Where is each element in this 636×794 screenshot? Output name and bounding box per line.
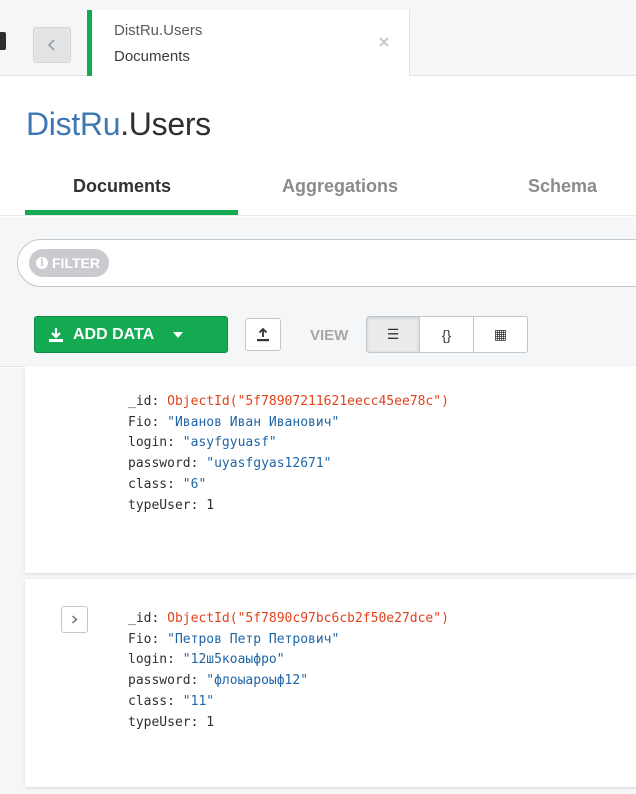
document-fields: _id: ObjectId("5f78907211621eecc45ee78c"… xyxy=(128,392,449,516)
workspace-tab[interactable]: DistRu.Users Documents xyxy=(87,10,410,76)
field-value: "флоыароыф12" xyxy=(206,673,309,689)
document-card[interactable]: _id: ObjectId("5f78907211621eecc45ee78c"… xyxy=(25,366,636,573)
field-row: login: "asyfgyuasf" xyxy=(128,435,277,451)
chevron-left-icon xyxy=(47,39,55,51)
field-row: class: "11" xyxy=(128,693,215,709)
download-icon xyxy=(49,327,63,342)
workspace-tab-strip: DistRu.Users Documents xyxy=(0,0,636,76)
documents-toolbar: ADD DATA VIEW ☰ {} ▦ xyxy=(0,307,636,367)
filter-input[interactable]: i FILTER xyxy=(17,239,636,287)
expand-document-button[interactable] xyxy=(61,606,88,633)
chevron-down-icon xyxy=(173,331,184,338)
view-switcher: ☰ {} ▦ xyxy=(366,316,528,353)
field-key: class xyxy=(128,693,168,709)
field-value: "Петров Петр Петрович" xyxy=(167,631,340,647)
field-row: _id: ObjectId("5f7890c97bc6cb2f50e27dce"… xyxy=(128,611,449,626)
field-key: password xyxy=(128,456,191,472)
filter-label-pill: i FILTER xyxy=(29,249,109,277)
field-value: "11" xyxy=(182,693,215,709)
field-key: Fio xyxy=(128,631,152,647)
list-icon: ☰ xyxy=(386,326,400,342)
tab-back-button[interactable] xyxy=(33,27,71,63)
field-row: Fio: "Иванов Иван Иванович" xyxy=(128,414,340,430)
chevron-right-icon xyxy=(72,615,78,624)
field-key: password xyxy=(128,673,191,689)
field-key: _id xyxy=(128,394,152,409)
tab-documents[interactable]: Documents xyxy=(73,176,171,197)
field-value: "uyasfgyas12671" xyxy=(206,456,332,472)
field-value: "6" xyxy=(182,476,207,492)
field-key: class xyxy=(128,476,168,492)
field-row: _id: ObjectId("5f78907211621eecc45ee78c"… xyxy=(128,394,449,409)
field-row: Fio: "Петров Петр Петрович" xyxy=(128,631,340,647)
tab-aggregations[interactable]: Aggregations xyxy=(282,176,398,197)
json-icon: {} xyxy=(441,326,452,343)
field-row: password: "флоыароыф12" xyxy=(128,673,309,689)
tab-schema[interactable]: Schema xyxy=(528,176,597,197)
tab-type: Documents xyxy=(114,48,190,65)
field-value: ObjectId("5f78907211621eecc45ee78c") xyxy=(167,394,449,409)
document-fields: _id: ObjectId("5f7890c97bc6cb2f50e27dce"… xyxy=(128,609,449,733)
field-row: typeUser: 1 xyxy=(128,714,215,730)
active-tab-indicator xyxy=(25,210,238,215)
json-view-button[interactable]: {} xyxy=(420,316,474,353)
document-card[interactable]: _id: ObjectId("5f7890c97bc6cb2f50e27dce"… xyxy=(25,579,636,787)
field-value: "Иванов Иван Иванович" xyxy=(167,414,340,430)
field-row: typeUser: 1 xyxy=(128,497,215,513)
field-key: login xyxy=(128,652,168,668)
document-list: _id: ObjectId("5f78907211621eecc45ee78c"… xyxy=(0,366,636,794)
list-view-button[interactable]: ☰ xyxy=(366,316,420,353)
export-button[interactable] xyxy=(245,318,281,351)
database-name[interactable]: DistRu xyxy=(26,106,121,142)
field-key: login xyxy=(128,435,168,451)
field-value: ObjectId("5f7890c97bc6cb2f50e27dce") xyxy=(167,611,449,626)
query-bar: i FILTER xyxy=(0,217,636,307)
add-data-label: ADD DATA xyxy=(73,325,155,343)
add-data-button[interactable]: ADD DATA xyxy=(34,316,228,353)
field-value: "12ш5коаыфро" xyxy=(182,652,285,668)
field-value: 1 xyxy=(206,497,215,513)
export-icon xyxy=(257,327,269,342)
tab-scroll-left-handle[interactable] xyxy=(0,32,6,50)
page-title: DistRu.Users xyxy=(26,106,211,143)
table-icon: ▦ xyxy=(493,326,508,342)
field-value: 1 xyxy=(206,714,215,730)
view-label: VIEW xyxy=(310,327,349,344)
filter-label: FILTER xyxy=(52,255,100,271)
field-key: Fio xyxy=(128,414,152,430)
field-row: password: "uyasfgyas12671" xyxy=(128,456,332,472)
field-row: login: "12ш5коаыфро" xyxy=(128,652,285,668)
collection-subtabs: Documents Aggregations Schema xyxy=(0,160,636,216)
field-value: "asyfgyuasf" xyxy=(182,435,277,451)
tab-namespace: DistRu.Users xyxy=(114,22,203,39)
field-key: _id xyxy=(128,611,152,626)
field-key: typeUser xyxy=(128,714,191,730)
table-view-button[interactable]: ▦ xyxy=(474,316,528,353)
info-icon[interactable]: i xyxy=(36,257,48,269)
field-key: typeUser xyxy=(128,497,191,513)
close-icon[interactable] xyxy=(377,35,391,49)
field-row: class: "6" xyxy=(128,476,207,492)
collection-name: .Users xyxy=(120,106,211,142)
